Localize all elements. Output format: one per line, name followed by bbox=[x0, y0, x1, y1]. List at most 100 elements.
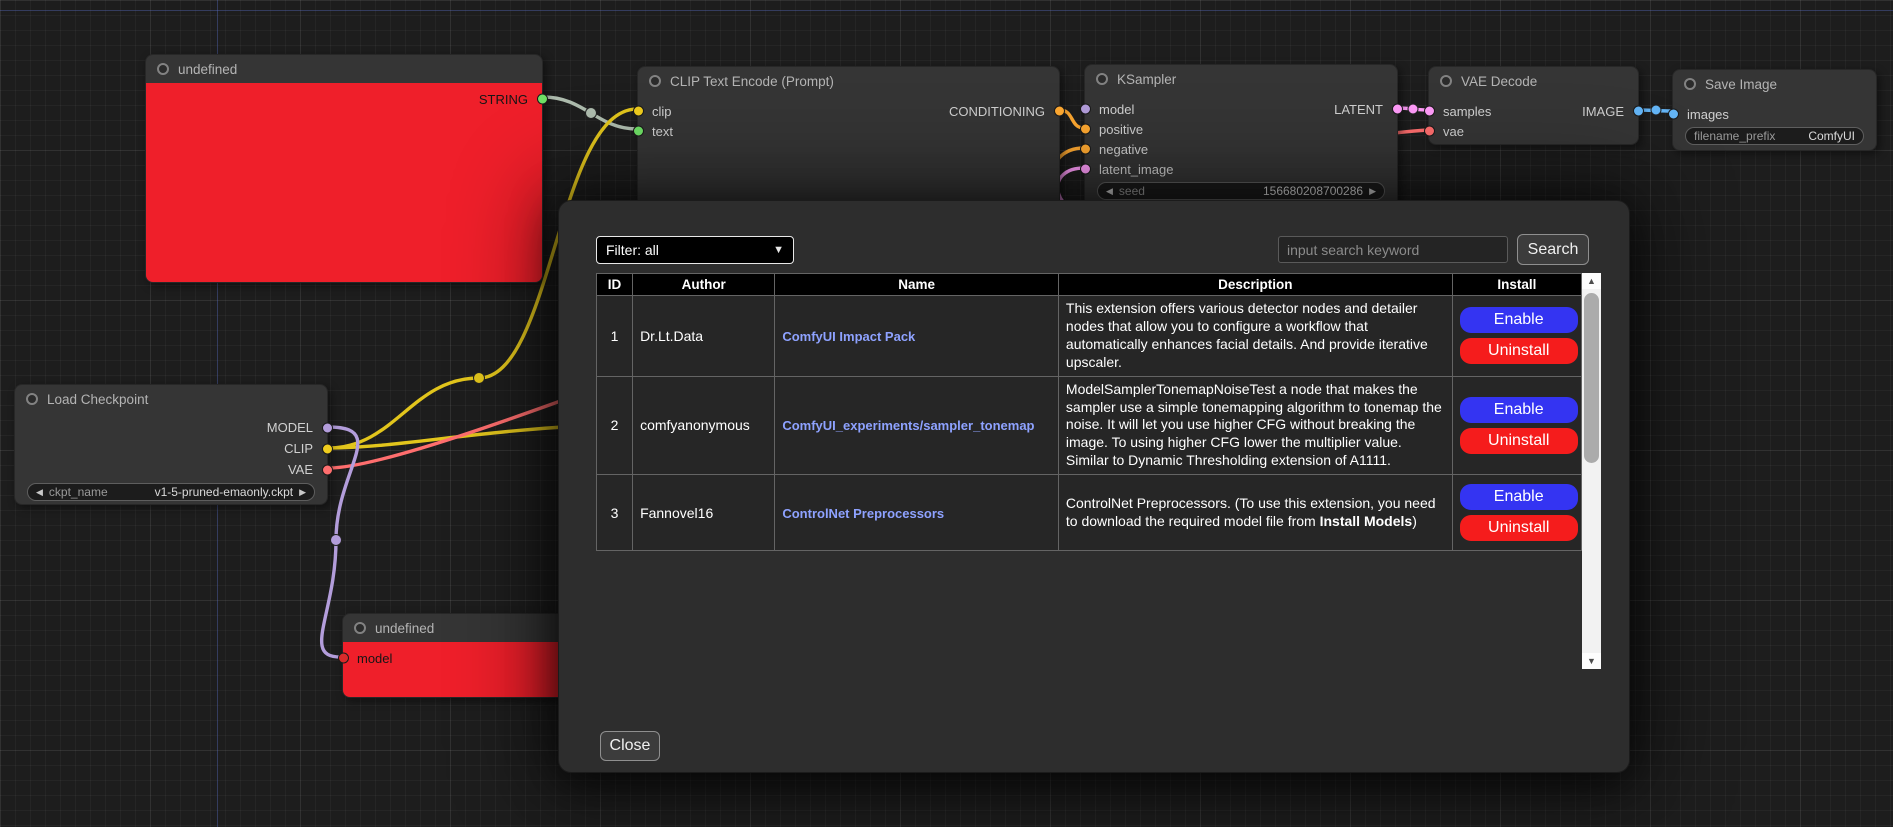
node-header: KSampler bbox=[1085, 65, 1397, 93]
scroll-down-arrow-icon[interactable]: ▼ bbox=[1582, 653, 1601, 669]
node-load-checkpoint[interactable]: Load Checkpoint MODEL CLIP VAE ◀ ckpt_na… bbox=[14, 384, 328, 505]
uninstall-button[interactable]: Uninstall bbox=[1460, 428, 1578, 454]
input-label-model: model bbox=[1099, 102, 1134, 117]
scrollbar-thumb[interactable] bbox=[1584, 293, 1599, 463]
widget-label: ckpt_name bbox=[49, 485, 108, 499]
node-title: Load Checkpoint bbox=[47, 392, 148, 407]
output-port-vae[interactable] bbox=[322, 464, 333, 475]
custom-nodes-manager-dialog: Filter: all ▼ Search ID Author Name Desc… bbox=[558, 200, 1630, 773]
cell-description: ModelSamplerTonemapNoiseTest a node that… bbox=[1058, 376, 1452, 475]
extension-table-wrap: ID Author Name Description Install 1 Dr.… bbox=[596, 273, 1601, 669]
input-port-latent-image[interactable] bbox=[1080, 164, 1091, 175]
widget-value: 156680208700286 bbox=[1263, 184, 1363, 198]
input-port-vae[interactable] bbox=[1424, 126, 1435, 137]
node-status-dot bbox=[157, 63, 169, 75]
slot-row: clip CONDITIONING bbox=[638, 101, 1059, 121]
input-label-positive: positive bbox=[1099, 122, 1143, 137]
slot-row: negative bbox=[1085, 139, 1397, 159]
extension-name-link[interactable]: ComfyUI_experiments/sampler_tonemap bbox=[782, 418, 1034, 433]
scroll-up-arrow-icon[interactable]: ▲ bbox=[1582, 273, 1601, 289]
increment-arrow-icon[interactable]: ▶ bbox=[299, 488, 306, 497]
header-author: Author bbox=[633, 274, 775, 296]
output-port-model[interactable] bbox=[322, 422, 333, 433]
increment-arrow-icon[interactable]: ▶ bbox=[1369, 187, 1376, 196]
input-port-clip[interactable] bbox=[633, 106, 644, 117]
node-body: STRING bbox=[146, 83, 542, 282]
slot-row: text bbox=[638, 121, 1059, 141]
output-port-string[interactable] bbox=[537, 94, 548, 105]
widget-value: ComfyUI bbox=[1808, 129, 1855, 143]
node-title: undefined bbox=[375, 621, 434, 636]
output-label-string: STRING bbox=[479, 92, 528, 107]
seed-widget[interactable]: ◀ seed 156680208700286 ▶ bbox=[1097, 182, 1385, 200]
header-install: Install bbox=[1452, 274, 1581, 296]
search-button[interactable]: Search bbox=[1517, 234, 1589, 265]
output-label-model: MODEL bbox=[267, 420, 313, 435]
link-midpoint-dot bbox=[1408, 104, 1418, 114]
input-port-samples[interactable] bbox=[1424, 106, 1435, 117]
node-undefined-top[interactable]: undefined STRING bbox=[145, 54, 543, 283]
link-midpoint-dot bbox=[331, 535, 342, 546]
cell-description: ControlNet Preprocessors. (To use this e… bbox=[1058, 475, 1452, 551]
output-port-image[interactable] bbox=[1633, 106, 1644, 117]
node-header: VAE Decode bbox=[1429, 67, 1638, 95]
cell-description: This extension offers various detector n… bbox=[1058, 296, 1452, 377]
cell-author: Fannovel16 bbox=[633, 475, 775, 551]
cell-id: 1 bbox=[597, 296, 633, 377]
filename-prefix-widget[interactable]: filename_prefix ComfyUI bbox=[1685, 127, 1864, 145]
description-text: ) bbox=[1412, 513, 1417, 529]
node-header: Save Image bbox=[1673, 70, 1876, 98]
ckpt-name-widget[interactable]: ◀ ckpt_name v1-5-pruned-emaonly.ckpt ▶ bbox=[27, 483, 315, 501]
output-port-conditioning[interactable] bbox=[1054, 106, 1065, 117]
node-header: Load Checkpoint bbox=[15, 385, 327, 413]
header-name: Name bbox=[775, 274, 1059, 296]
table-scrollbar[interactable]: ▲ ▼ bbox=[1582, 273, 1601, 669]
output-label-image: IMAGE bbox=[1582, 104, 1624, 119]
node-title: Save Image bbox=[1705, 77, 1777, 92]
decrement-arrow-icon[interactable]: ◀ bbox=[36, 488, 43, 497]
input-port-negative[interactable] bbox=[1080, 144, 1091, 155]
output-port-latent[interactable] bbox=[1392, 104, 1403, 115]
widget-value: v1-5-pruned-emaonly.ckpt bbox=[155, 485, 294, 499]
widget-label: seed bbox=[1119, 184, 1145, 198]
input-label-samples: samples bbox=[1443, 104, 1491, 119]
output-port-clip[interactable] bbox=[322, 443, 333, 454]
uninstall-button[interactable]: Uninstall bbox=[1460, 338, 1578, 364]
node-status-dot bbox=[1096, 73, 1108, 85]
header-description: Description bbox=[1058, 274, 1452, 296]
node-vae-decode[interactable]: VAE Decode samples IMAGE vae bbox=[1428, 66, 1639, 145]
enable-button[interactable]: Enable bbox=[1460, 484, 1578, 510]
table-header-row: ID Author Name Description Install bbox=[597, 274, 1582, 296]
enable-button[interactable]: Enable bbox=[1460, 307, 1578, 333]
filter-select[interactable]: Filter: all ▼ bbox=[596, 236, 794, 264]
node-title: undefined bbox=[178, 62, 237, 77]
input-label-clip: clip bbox=[652, 104, 672, 119]
slot-row: samples IMAGE bbox=[1429, 101, 1638, 121]
node-status-dot bbox=[1440, 75, 1452, 87]
search-input[interactable] bbox=[1278, 236, 1508, 263]
extension-name-link[interactable]: ComfyUI Impact Pack bbox=[782, 329, 915, 344]
link-midpoint-dot bbox=[1651, 105, 1661, 115]
output-label-latent: LATENT bbox=[1334, 102, 1383, 117]
input-port-images[interactable] bbox=[1668, 109, 1679, 120]
uninstall-button[interactable]: Uninstall bbox=[1460, 515, 1578, 541]
close-button[interactable]: Close bbox=[600, 731, 660, 761]
input-port-text[interactable] bbox=[633, 126, 644, 137]
table-row: 3 Fannovel16 ControlNet Preprocessors Co… bbox=[597, 475, 1582, 551]
extension-name-link[interactable]: ControlNet Preprocessors bbox=[782, 506, 944, 521]
node-title: CLIP Text Encode (Prompt) bbox=[670, 74, 834, 89]
enable-button[interactable]: Enable bbox=[1460, 397, 1578, 423]
node-save-image[interactable]: Save Image images filename_prefix ComfyU… bbox=[1672, 69, 1877, 151]
input-port-model[interactable] bbox=[338, 653, 349, 664]
widget-label: filename_prefix bbox=[1694, 129, 1775, 143]
decrement-arrow-icon[interactable]: ◀ bbox=[1106, 187, 1113, 196]
node-title: KSampler bbox=[1117, 72, 1176, 87]
input-port-model[interactable] bbox=[1080, 104, 1091, 115]
output-label-clip: CLIP bbox=[284, 441, 313, 456]
slot-row: MODEL bbox=[15, 417, 327, 438]
input-port-positive[interactable] bbox=[1080, 124, 1091, 135]
node-header: CLIP Text Encode (Prompt) bbox=[638, 67, 1059, 95]
node-status-dot bbox=[354, 622, 366, 634]
canvas-grid[interactable]: { "nodes": { "undefined_top": { "title":… bbox=[0, 0, 1893, 827]
cell-author: Dr.Lt.Data bbox=[633, 296, 775, 377]
